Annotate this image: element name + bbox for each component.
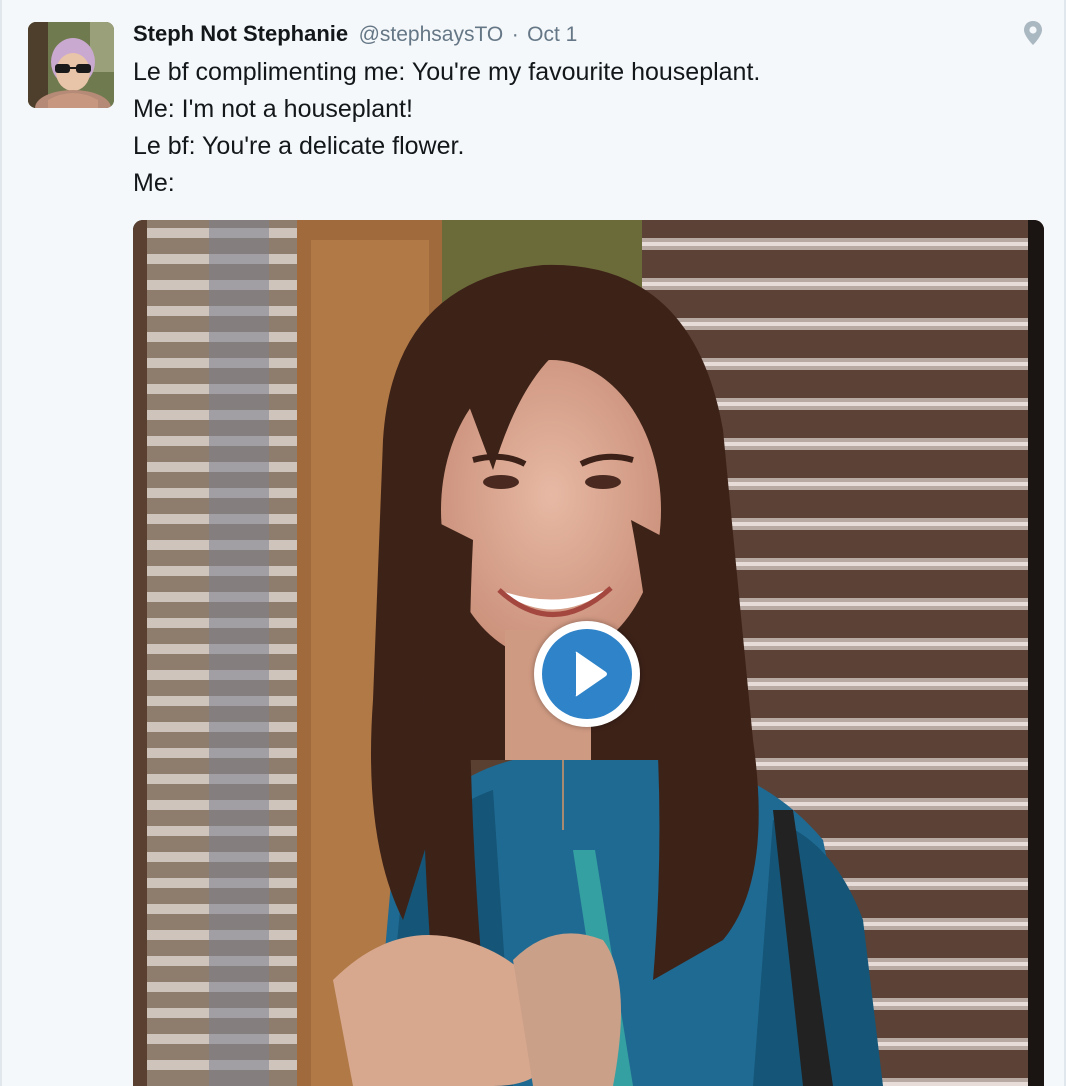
play-button-circle bbox=[542, 629, 632, 719]
tweet-card[interactable]: Steph Not Stephanie @stephsaysTO · Oct 1… bbox=[0, 0, 1066, 1086]
tweet-line: Me: I'm not a houseplant! bbox=[133, 95, 413, 123]
header-separator: · bbox=[511, 23, 519, 46]
play-icon bbox=[575, 651, 607, 697]
author-name[interactable]: Steph Not Stephanie bbox=[133, 21, 348, 46]
video-player[interactable] bbox=[133, 220, 1044, 1086]
tweet-timestamp[interactable]: Oct 1 bbox=[527, 23, 577, 46]
tweet-line: Me: bbox=[133, 169, 175, 197]
author-handle[interactable]: @stephsaysTO bbox=[359, 23, 504, 46]
avatar-image bbox=[28, 22, 114, 108]
map-pin-icon[interactable] bbox=[1022, 20, 1044, 46]
play-button[interactable] bbox=[534, 621, 640, 727]
author-avatar[interactable] bbox=[28, 22, 114, 108]
tweet-text: Le bf complimenting me: You're my favour… bbox=[133, 54, 1013, 202]
tweet-header: Steph Not Stephanie @stephsaysTO · Oct 1 bbox=[133, 19, 577, 49]
tweet-line: Le bf complimenting me: You're my favour… bbox=[133, 58, 761, 86]
tweet-line: Le bf: You're a delicate flower. bbox=[133, 132, 465, 160]
